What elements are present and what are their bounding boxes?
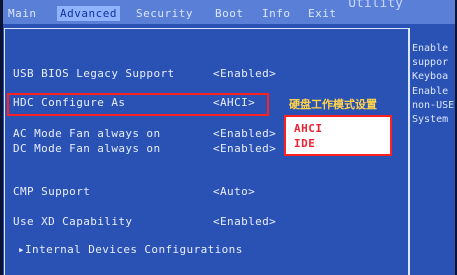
setting-label-ac-fan[interactable]: AC Mode Fan always on — [13, 127, 160, 141]
annotation-label: 硬盘工作模式设置 — [289, 98, 377, 111]
utility-title-fragment: Utility — [348, 0, 403, 11]
setting-label-hdc-configure[interactable]: HDC Configure As — [13, 96, 125, 110]
tab-info[interactable]: Info — [262, 6, 291, 21]
setting-label-usb-legacy[interactable]: USB BIOS Legacy Support — [13, 67, 175, 81]
option-ahci[interactable]: AHCI — [294, 122, 323, 135]
help-line: Enable — [412, 86, 449, 97]
tab-security[interactable]: Security — [136, 6, 193, 21]
option-ide[interactable]: IDE — [294, 137, 315, 150]
monitor-bezel-left — [0, 0, 3, 275]
menu-bar: Main Advanced Security Boot Info Exit Ut… — [0, 0, 457, 24]
options-popup: AHCI IDE — [284, 115, 392, 156]
setting-label-xd-capability[interactable]: Use XD Capability — [13, 215, 132, 229]
submenu-internal-devices[interactable]: ▸Internal Devices Configurations — [18, 243, 243, 257]
tab-exit[interactable]: Exit — [308, 6, 337, 21]
setting-value-cmp-support[interactable]: <Auto> — [213, 185, 255, 199]
bios-screen: Main Advanced Security Boot Info Exit Ut… — [0, 0, 457, 275]
setting-label-dc-fan[interactable]: DC Mode Fan always on — [13, 142, 160, 156]
tab-main[interactable]: Main — [8, 6, 37, 21]
tab-advanced[interactable]: Advanced — [57, 6, 120, 21]
help-line: non-USE — [412, 100, 455, 111]
tab-boot[interactable]: Boot — [215, 6, 244, 21]
setting-value-hdc-configure[interactable]: <AHCI> — [213, 96, 255, 110]
help-line: System — [412, 114, 449, 125]
setting-value-usb-legacy[interactable]: <Enabled> — [213, 67, 276, 81]
help-line: Enable — [412, 43, 449, 54]
setting-value-ac-fan[interactable]: <Enabled> — [213, 127, 276, 141]
setting-label-cmp-support[interactable]: CMP Support — [13, 185, 90, 199]
help-line: suppor — [412, 57, 449, 68]
help-line: Keyboa — [412, 71, 449, 82]
setting-value-xd-capability[interactable]: <Enabled> — [213, 215, 276, 229]
setting-value-dc-fan[interactable]: <Enabled> — [213, 142, 276, 156]
